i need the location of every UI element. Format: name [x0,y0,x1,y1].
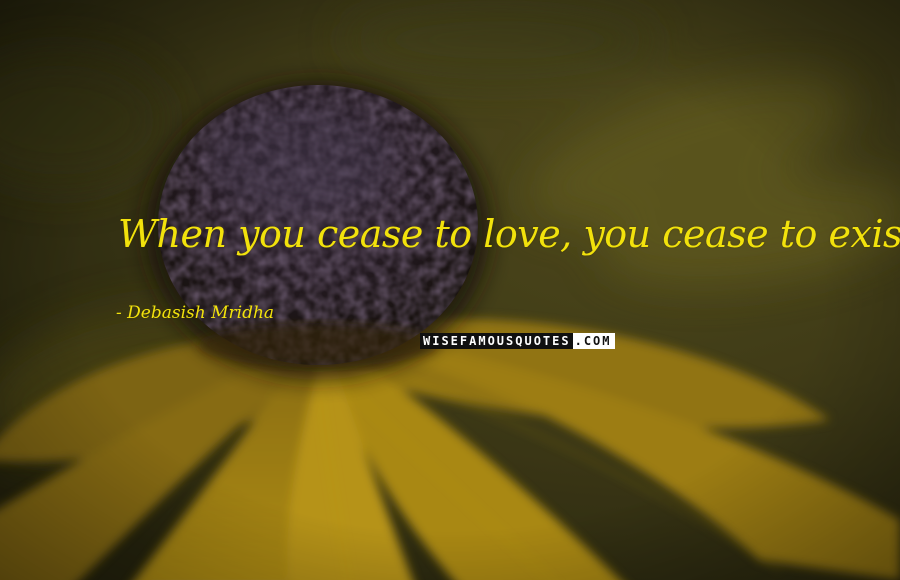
watermark-logo: WISEFAMOUSQUOTES .COM [420,333,615,349]
watermark-suffix: .COM [572,333,615,349]
flower-background [0,0,900,580]
quote-image: When you cease to love, you cease to exi… [0,0,900,580]
watermark-brand: WISEFAMOUSQUOTES [420,333,573,349]
quote-author: - Debasish Mridha [116,303,275,323]
quote-text: When you cease to love, you cease to exi… [118,212,900,256]
